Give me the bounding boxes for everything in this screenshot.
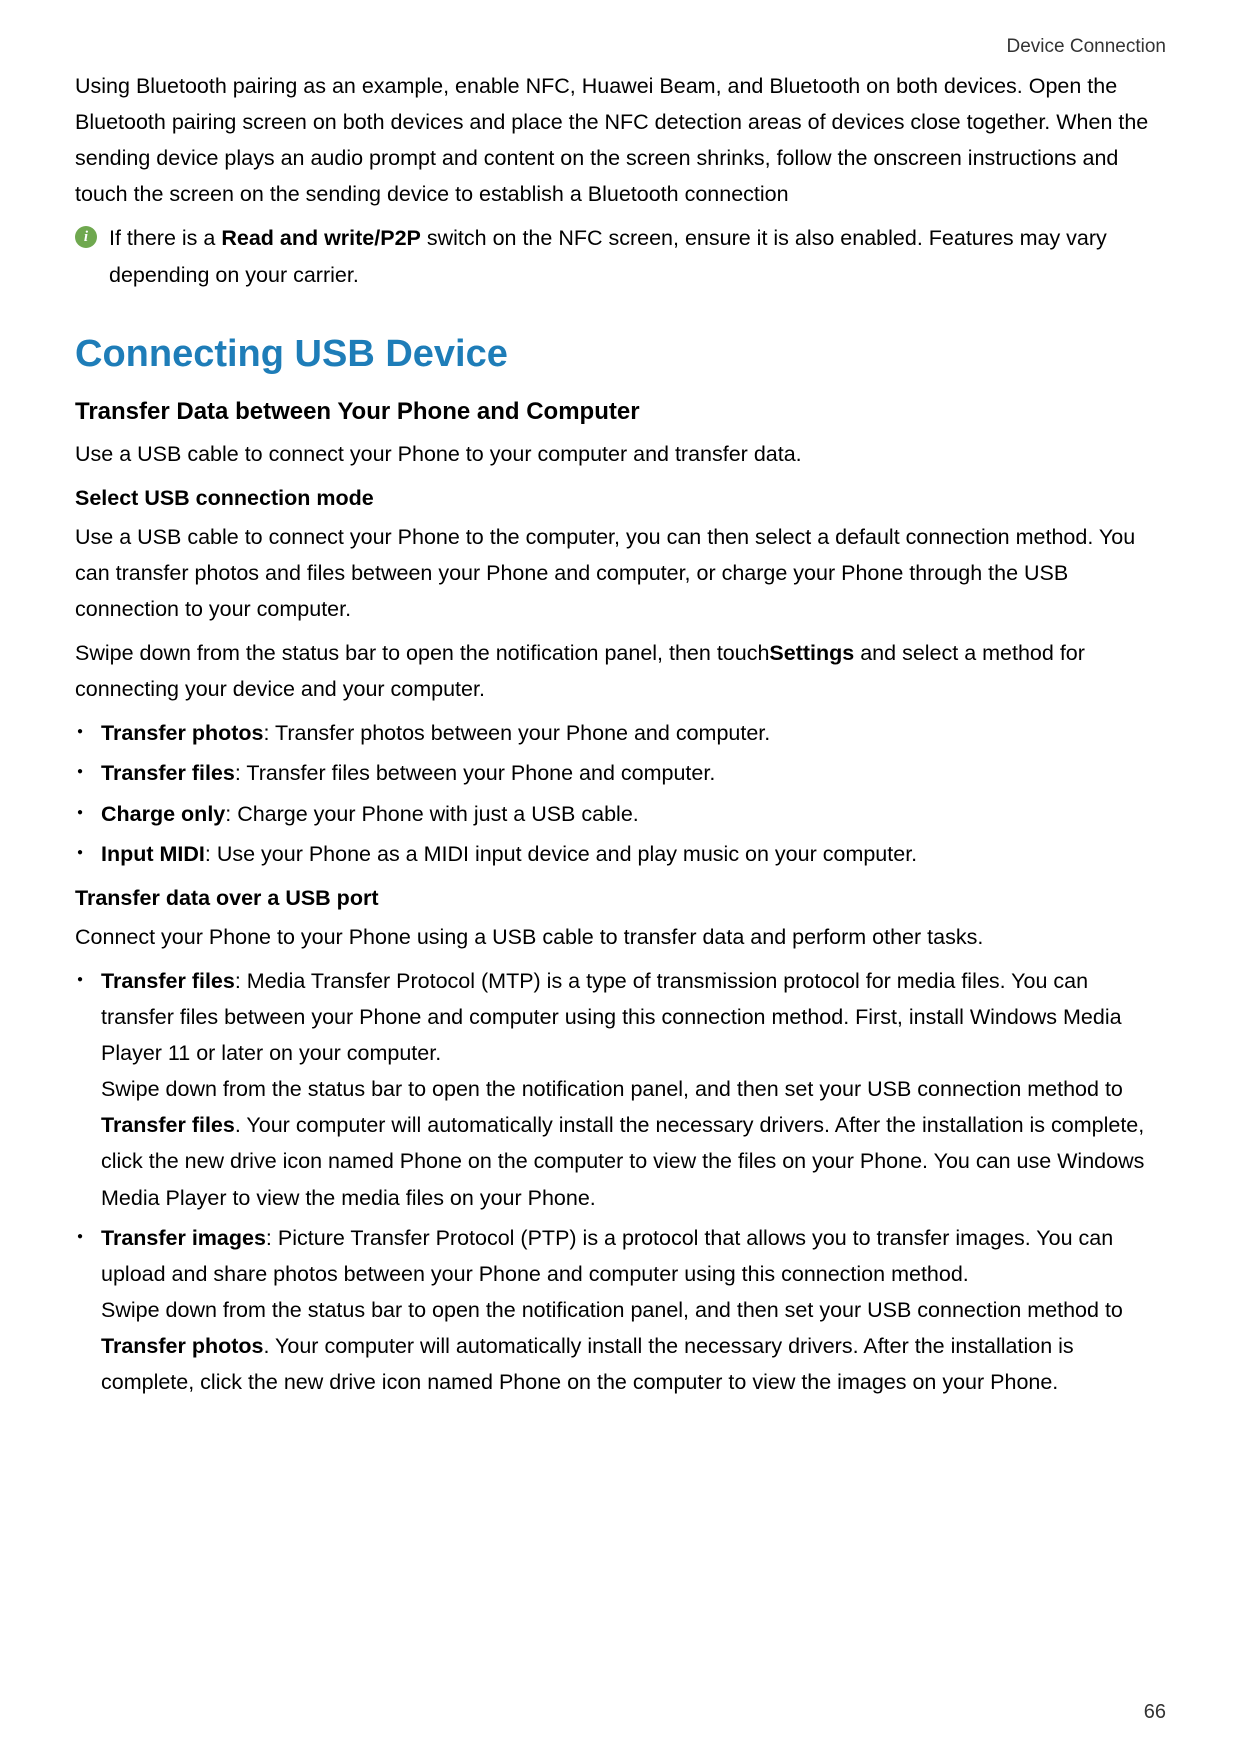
select-mode-para: Use a USB cable to connect your Phone to… — [75, 519, 1166, 627]
note-bold: Read and write/P2P — [221, 226, 421, 250]
note: i If there is a Read and write/P2P switc… — [75, 220, 1166, 292]
list-item: Transfer files: Media Transfer Protocol … — [75, 963, 1166, 1216]
port-list: Transfer files: Media Transfer Protocol … — [75, 963, 1166, 1400]
list-item-bold: Transfer files — [101, 761, 235, 785]
list-item-rest: : Transfer photos between your Phone and… — [263, 721, 770, 745]
list-item: Transfer files: Transfer files between y… — [75, 755, 1166, 791]
info-icon: i — [75, 226, 97, 248]
intro-paragraph: Using Bluetooth pairing as an example, e… — [75, 68, 1166, 212]
transfer-port-intro: Connect your Phone to your Phone using a… — [75, 919, 1166, 955]
list-item: Transfer photos: Transfer photos between… — [75, 715, 1166, 751]
list-item-bold: Transfer files — [101, 969, 235, 993]
list-item-bold: Transfer images — [101, 1226, 266, 1250]
select-mode-heading: Select USB connection mode — [75, 486, 1166, 511]
list-item: Charge only: Charge your Phone with just… — [75, 796, 1166, 832]
sub-intro: Use a USB cable to connect your Phone to… — [75, 436, 1166, 472]
page-header: Device Connection — [75, 36, 1166, 58]
list-item-rest: : Media Transfer Protocol (MTP) is a typ… — [101, 969, 1122, 1065]
note-text: If there is a Read and write/P2P switch … — [109, 220, 1166, 292]
note-before: If there is a — [109, 226, 221, 250]
list-item-bold: Transfer photos — [101, 721, 263, 745]
list-item-bold: Input MIDI — [101, 842, 205, 866]
list-item: Transfer images: Picture Transfer Protoc… — [75, 1220, 1166, 1401]
list-item-para2-before: Swipe down from the status bar to open t… — [101, 1298, 1123, 1322]
list-item-para2-bold: Transfer photos — [101, 1334, 263, 1358]
page-number: 66 — [1144, 1701, 1166, 1724]
list-item-para2-before: Swipe down from the status bar to open t… — [101, 1077, 1123, 1101]
list-item-bold: Charge only — [101, 802, 225, 826]
mode-list: Transfer photos: Transfer photos between… — [75, 715, 1166, 871]
transfer-port-heading: Transfer data over a USB port — [75, 886, 1166, 911]
page: Device Connection Using Bluetooth pairin… — [0, 0, 1241, 1754]
list-item-rest: : Charge your Phone with just a USB cabl… — [225, 802, 639, 826]
list-item: Input MIDI: Use your Phone as a MIDI inp… — [75, 836, 1166, 872]
list-item-rest: : Transfer files between your Phone and … — [235, 761, 715, 785]
swipe-para: Swipe down from the status bar to open t… — [75, 635, 1166, 707]
swipe-bold: Settings — [769, 641, 854, 665]
sub-title: Transfer Data between Your Phone and Com… — [75, 398, 1166, 426]
list-item-para2-bold: Transfer files — [101, 1113, 235, 1137]
list-item-para2-after: . Your computer will automatically insta… — [101, 1113, 1144, 1209]
list-item-rest: : Use your Phone as a MIDI input device … — [205, 842, 917, 866]
section-title: Connecting USB Device — [75, 333, 1166, 376]
swipe-before: Swipe down from the status bar to open t… — [75, 641, 769, 665]
